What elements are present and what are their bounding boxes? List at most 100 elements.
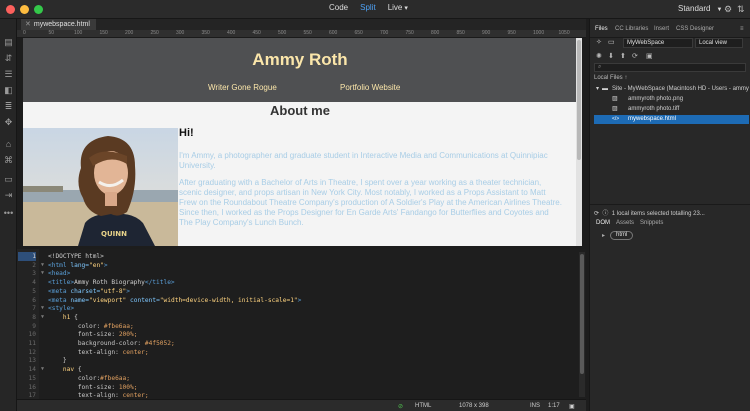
tab-cc-libraries[interactable]: CC Libraries: [615, 26, 648, 32]
ruler-tick-label: 250: [150, 30, 159, 36]
sync-icon[interactable]: ⇅: [737, 4, 745, 15]
live-view-pane[interactable]: Ammy Roth Writer Gone Rogue Portfolio We…: [23, 38, 577, 246]
ruler-tick-label: 500: [278, 30, 287, 36]
code-line[interactable]: 1 <!DOCTYPE html>: [17, 252, 586, 261]
format-source-icon[interactable]: ≣: [3, 101, 14, 112]
code-line[interactable]: 12 text-align: center;: [17, 348, 586, 357]
close-tab-icon[interactable]: ✕: [25, 21, 31, 28]
code-line[interactable]: 3 ▼ <head>: [17, 269, 586, 278]
site-icon[interactable]: ✧: [596, 38, 602, 46]
preview-icon[interactable]: ▣: [569, 403, 575, 410]
file-tree-item[interactable]: </> mywebspace.html: [594, 115, 749, 124]
code-line[interactable]: 7 ▼ <style>: [17, 304, 586, 313]
gear-icon[interactable]: ⚙: [724, 4, 732, 15]
inspect-icon[interactable]: ✥: [3, 117, 14, 128]
dom-tree-root[interactable]: html: [610, 231, 634, 240]
file-tree-item[interactable]: ▨ ammyroth photo.png: [594, 95, 749, 104]
document-tab-label: mywebspace.html: [33, 21, 90, 28]
nav-link-portfolio[interactable]: Portfolio Website: [340, 83, 400, 92]
code-line[interactable]: 4 <title>Ammy Roth Biography</title>: [17, 278, 586, 287]
close-window-button[interactable]: [6, 5, 15, 14]
document-type-select[interactable]: HTML: [415, 403, 431, 409]
tab-css-designer[interactable]: CSS Designer: [676, 26, 714, 32]
fold-toggle-icon[interactable]: ▼: [41, 304, 44, 313]
bio-content: Hi! I'm Ammy, a photographer and graduat…: [179, 128, 563, 235]
document-tab[interactable]: ✕ mywebspace.html: [21, 19, 96, 30]
document-tab-bar: ✕ mywebspace.html: [17, 19, 586, 30]
fold-toggle-icon[interactable]: ▼: [41, 365, 44, 374]
remove-comment-icon[interactable]: ⌘: [3, 155, 14, 166]
code-line[interactable]: 8 ▼ h1 {: [17, 313, 586, 322]
connect-icon[interactable]: ✺: [596, 52, 602, 60]
page-header: Ammy Roth Writer Gone Rogue Portfolio We…: [23, 38, 577, 102]
view-select[interactable]: Local view: [695, 38, 743, 48]
file-tree-item[interactable]: ▾ ▬ Site - MyWebSpace (Macintosh HD - User…: [594, 85, 749, 94]
code-line[interactable]: 16 font-size: 100%;: [17, 383, 586, 392]
tab-insert[interactable]: Insert: [654, 26, 669, 32]
local-files-header[interactable]: Local Files ↑: [594, 75, 627, 81]
code-view-button[interactable]: Code: [329, 3, 348, 12]
window-size-select[interactable]: 1078 x 398: [459, 403, 489, 409]
expand-icon[interactable]: ▣: [646, 52, 653, 60]
code-line[interactable]: 6 <meta name="viewport" content="width=de…: [17, 296, 586, 305]
scrollbar-thumb[interactable]: [580, 254, 584, 374]
code-text: color:#fbe6aa;: [77, 374, 130, 382]
ruler-tick-label: 800: [431, 30, 440, 36]
code-view-scrollbar[interactable]: [579, 252, 585, 397]
sync-icon[interactable]: ⟳: [632, 52, 638, 60]
file-name: Site - MyWebSpace (Macintosh HD - Users …: [612, 86, 749, 92]
live-view-scrollbar[interactable]: [576, 38, 582, 246]
get-files-icon[interactable]: ⬇: [608, 52, 614, 60]
panel-menu-icon[interactable]: ≡: [740, 26, 744, 32]
ruler-tick-label: 0: [23, 30, 26, 36]
split-view-button[interactable]: Split: [360, 3, 376, 12]
code-view-pane[interactable]: 1 <!DOCTYPE html> 2 ▼ <html lang="en"> 3 ▼ <hea…: [17, 249, 586, 399]
refresh-icon[interactable]: ⟳: [594, 211, 599, 217]
maximize-window-button[interactable]: [34, 5, 43, 14]
tab-dom[interactable]: DOM: [596, 220, 610, 226]
code-line[interactable]: 13 }: [17, 356, 586, 365]
more-options-icon[interactable]: •••: [3, 208, 14, 219]
file-name: ammyroth photo.tiff: [628, 106, 680, 112]
workspace-switcher[interactable]: Standard ▼: [678, 4, 722, 13]
file-management-icon[interactable]: ⇵: [3, 53, 14, 64]
code-line[interactable]: 9 color: #fbe6aa;: [17, 322, 586, 331]
minimize-window-button[interactable]: [20, 5, 29, 14]
fold-toggle-icon[interactable]: ▼: [41, 313, 44, 322]
code-line[interactable]: 11 background-color: #4f5052;: [17, 339, 586, 348]
tab-files[interactable]: Files: [595, 26, 608, 32]
tab-snippets[interactable]: Snippets: [640, 220, 663, 226]
files-icon[interactable]: ▭: [608, 38, 615, 46]
code-line[interactable]: 5 <meta charset="utf-8">: [17, 287, 586, 296]
fold-toggle-icon[interactable]: ▼: [41, 261, 44, 270]
code-line[interactable]: 17 text-align: center;: [17, 391, 586, 399]
indent-icon[interactable]: ⇥: [3, 190, 14, 201]
chevron-right-icon[interactable]: ▸: [602, 232, 605, 239]
line-number: 7: [32, 305, 36, 313]
apply-comment-icon[interactable]: ⌂: [3, 139, 14, 150]
comment-icon[interactable]: ▭: [3, 174, 14, 185]
open-documents-icon[interactable]: ▤: [3, 37, 14, 48]
ruler-tick-label: 400: [227, 30, 236, 36]
live-view-button[interactable]: Live: [388, 3, 408, 12]
file-name: mywebspace.html: [628, 116, 677, 122]
ruler-tick-label: 650: [354, 30, 363, 36]
site-select[interactable]: MyWebSpace: [623, 38, 693, 48]
nav-link-writer[interactable]: Writer Gone Rogue: [208, 83, 277, 92]
tab-assets[interactable]: Assets: [616, 220, 634, 226]
live-view-options-icon[interactable]: ☰: [3, 69, 14, 80]
wrap-tag-icon[interactable]: ◧: [3, 85, 14, 96]
no-errors-icon[interactable]: ⊘: [398, 403, 403, 410]
put-files-icon[interactable]: ⬆: [620, 52, 626, 60]
code-line[interactable]: 15 color:#fbe6aa;: [17, 374, 586, 383]
scrollbar-thumb[interactable]: [577, 40, 581, 160]
file-search-input[interactable]: ⌕: [594, 63, 746, 72]
view-mode-switcher: Code Split Live: [329, 3, 408, 12]
site-select-value: MyWebSpace: [627, 40, 665, 46]
file-tree-item[interactable]: ▨ ammyroth photo.tiff: [594, 105, 749, 114]
files-panel: Files CC Libraries Insert CSS Designer ≡…: [589, 19, 750, 411]
code-line[interactable]: 2 ▼ <html lang="en">: [17, 261, 586, 270]
code-line[interactable]: 10 font-size: 200%;: [17, 330, 586, 339]
fold-toggle-icon[interactable]: ▼: [41, 269, 44, 278]
code-line[interactable]: 14 ▼ nav {: [17, 365, 586, 374]
